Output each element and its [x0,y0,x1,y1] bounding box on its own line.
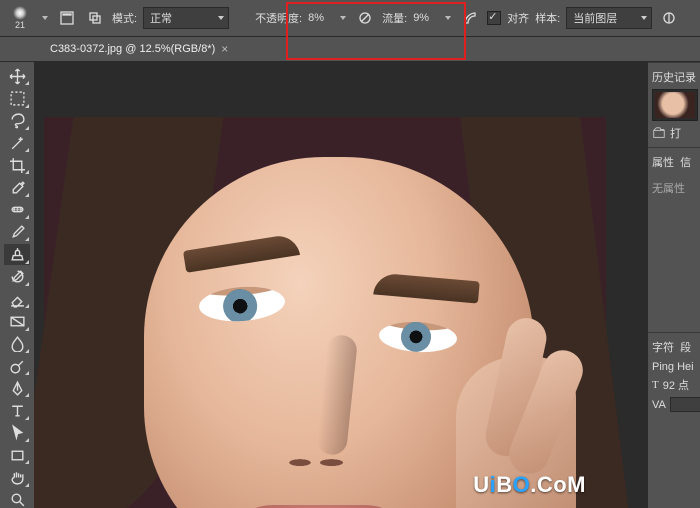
sample-dropdown[interactable]: 当前图层 [566,7,652,29]
healing-brush-tool[interactable] [4,200,30,220]
aligned-checkbox[interactable] [487,11,501,25]
properties-panel-title: 属性 [652,157,674,169]
canvas-area[interactable]: UiBO.CoM [34,62,648,508]
document-tab-title: C383-0372.jpg @ 12.5%(RGB/8*) [50,43,215,55]
history-panel[interactable]: 历史记录 打 [648,62,700,147]
history-panel-title: 历史记录 [652,69,696,85]
clone-stamp-tool[interactable] [4,244,30,264]
brush-tool[interactable] [4,222,30,242]
eyedropper-tool[interactable] [4,177,30,197]
brush-preset-picker[interactable]: 21 [6,4,34,32]
zoom-tool[interactable] [4,490,30,508]
blend-mode-value: 正常 [150,10,172,26]
path-selection-tool[interactable] [4,423,30,443]
brush-preview-icon [13,6,27,20]
opacity-value[interactable]: 8% [308,12,332,24]
history-step-label[interactable]: 打 [670,125,681,141]
font-size-value[interactable]: 92 点 [663,377,689,393]
clone-source-button[interactable] [84,7,106,29]
flow-label: 流量: [382,10,407,26]
document-canvas[interactable] [44,117,606,508]
properties-panel[interactable]: 属性 信 无属性 [648,147,700,202]
document-tab[interactable]: C383-0372.jpg @ 12.5%(RGB/8*) × [40,37,238,61]
character-panel[interactable]: 字符 段 Ping Hei T 92 点 VA [648,332,700,418]
rectangle-tool[interactable] [4,445,30,465]
close-tab-button[interactable]: × [221,42,228,56]
flow-dropdown[interactable] [443,8,453,28]
mode-label: 模式: [112,10,137,26]
no-properties-label: 无属性 [652,180,696,196]
opacity-dropdown[interactable] [338,8,348,28]
font-family-field[interactable]: Ping Hei [652,361,696,373]
move-tool[interactable] [4,66,30,86]
blur-tool[interactable] [4,334,30,354]
aligned-label: 对齐 [507,10,529,26]
options-bar: 21 模式: 正常 不透明度: 8% 流量: 9% 对齐 样本: 当前图层 [0,0,700,37]
flow-value[interactable]: 9% [413,12,437,24]
sample-value: 当前图层 [573,10,617,26]
brush-picker-dropdown[interactable] [40,8,50,28]
sample-label: 样本: [535,10,560,26]
type-tool[interactable] [4,400,30,420]
pressure-opacity-toggle[interactable] [354,7,376,29]
image-content [44,117,606,508]
airbrush-toggle[interactable] [459,7,481,29]
magic-wand-tool[interactable] [4,133,30,153]
gradient-tool[interactable] [4,311,30,331]
opacity-label: 不透明度: [255,10,302,26]
kerning-icon: VA [652,399,666,411]
blend-mode-dropdown[interactable]: 正常 [143,7,229,29]
document-tab-bar: C383-0372.jpg @ 12.5%(RGB/8*) × [0,37,700,62]
watermark-text: UiBO.CoM [473,472,586,498]
right-panels: 历史记录 打 属性 信 无属性 字符 段 Ping Hei T 92 点 VA [648,62,700,508]
crop-tool[interactable] [4,155,30,175]
history-snapshot-thumbnail[interactable] [652,89,698,121]
tools-panel [0,62,34,508]
open-step-icon [652,126,666,140]
font-size-icon: T [652,379,659,391]
toggle-brush-panel-button[interactable] [56,7,78,29]
character-panel-title: 字符 [652,342,674,354]
hand-tool[interactable] [4,467,30,487]
brush-size-value: 21 [15,20,25,30]
info-panel-tab[interactable]: 信 [680,157,691,169]
paragraph-panel-tab[interactable]: 段 [680,342,691,354]
history-brush-tool[interactable] [4,267,30,287]
pen-tool[interactable] [4,378,30,398]
lasso-tool[interactable] [4,111,30,131]
ignore-adjustment-toggle[interactable] [658,7,680,29]
kerning-input[interactable] [670,397,700,412]
marquee-tool[interactable] [4,88,30,108]
dodge-tool[interactable] [4,356,30,376]
eraser-tool[interactable] [4,289,30,309]
